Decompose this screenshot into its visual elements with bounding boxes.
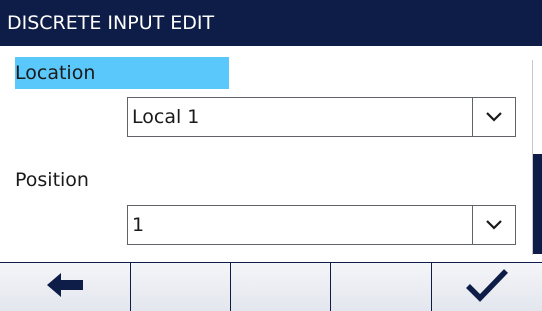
chevron-down-icon[interactable] xyxy=(472,206,515,244)
softkey-3[interactable] xyxy=(230,262,330,311)
softkey-4[interactable] xyxy=(330,262,431,311)
back-softkey[interactable] xyxy=(0,262,130,311)
title-bar: DISCRETE INPUT EDIT xyxy=(0,0,542,46)
scrollbar-thumb[interactable] xyxy=(533,154,542,254)
softkey-2[interactable] xyxy=(130,262,230,311)
location-dropdown[interactable]: Local 1 xyxy=(127,97,516,137)
position-value: 1 xyxy=(132,214,145,236)
confirm-softkey[interactable] xyxy=(431,262,542,311)
position-dropdown[interactable]: 1 xyxy=(127,205,516,245)
location-value: Local 1 xyxy=(132,106,200,128)
page-title: DISCRETE INPUT EDIT xyxy=(7,12,215,34)
location-label[interactable]: Location xyxy=(15,57,229,89)
checkmark-icon xyxy=(465,268,509,306)
arrow-left-icon xyxy=(45,271,85,303)
chevron-down-icon[interactable] xyxy=(472,98,515,136)
form-content: Location Local 1 Position 1 xyxy=(0,46,542,262)
position-label: Position xyxy=(15,169,89,191)
softkey-bar xyxy=(0,262,542,311)
